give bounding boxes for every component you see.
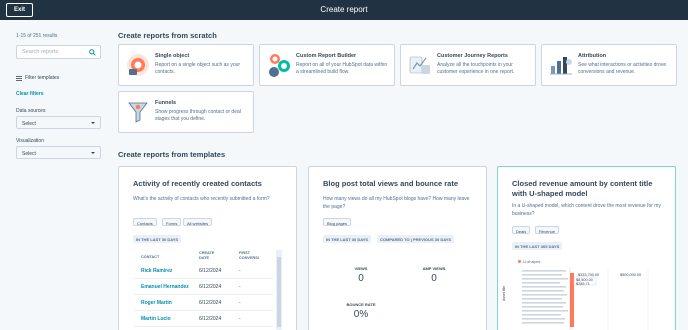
contact-link[interactable]: Roger Martin xyxy=(141,300,172,306)
card-title: Funnels xyxy=(155,100,177,106)
chevron-down-icon xyxy=(91,152,95,154)
clear-filters-link[interactable]: Clear filters xyxy=(16,91,44,97)
card-funnels[interactable]: Funnels Show progress through contact or… xyxy=(118,91,254,133)
template-title: Blog post total views and bounce rate xyxy=(323,179,459,188)
template-card-blog-views[interactable]: Blog post total views and bounce rate Ho… xyxy=(308,166,487,330)
template-card-closed-revenue[interactable]: Closed revenue amount by content title w… xyxy=(497,166,676,330)
template-card-recent-contacts[interactable]: Activity of recently created contacts Wh… xyxy=(118,166,297,330)
card-title: Customer Journey Reports xyxy=(437,53,508,59)
tag: Deals xyxy=(512,226,531,234)
column-header: CONTACT xyxy=(141,255,160,259)
contact-link[interactable]: Rick Ramirez xyxy=(141,268,172,274)
table-row: Martin Lucio 6/12/2024 - xyxy=(133,311,273,327)
data-sources-select[interactable]: Select xyxy=(16,116,101,129)
card-customer-journey[interactable]: Customer Journey Reports Analyze all the… xyxy=(400,44,536,86)
card-description: Show progress through contact or deal st… xyxy=(155,109,241,122)
first-conversion: - xyxy=(239,316,241,322)
attribution-illustration xyxy=(550,57,572,75)
card-attribution[interactable]: Attribution See what interactions or act… xyxy=(541,44,677,86)
first-conversion: - xyxy=(239,268,241,274)
page-title: Create report xyxy=(320,5,368,14)
card-title: Attribution xyxy=(578,53,607,59)
funnels-illustration xyxy=(128,102,148,123)
visualization-label: Visualization xyxy=(16,138,44,144)
template-title: Closed revenue amount by content title w… xyxy=(512,179,653,198)
table-scrollbar[interactable] xyxy=(276,250,282,330)
table-row: Roger Martin 6/12/2024 - xyxy=(133,295,273,311)
column-header: CREATE DATE xyxy=(199,251,215,260)
legend-swatch xyxy=(518,260,521,263)
date-range-badge: IN THE LAST 365 DAYS xyxy=(512,242,563,250)
comparison-badge: COMPARED TO | PREVIOUS 30 DAYS xyxy=(377,235,455,243)
scratch-heading: Create reports from scratch xyxy=(118,31,217,40)
scrollbar-thumb[interactable] xyxy=(277,257,281,327)
tag: Blog pages xyxy=(323,218,352,226)
asset-title-lines xyxy=(522,270,568,324)
templates-heading: Create reports from templates xyxy=(118,150,226,159)
card-description: See what interactions or activities drov… xyxy=(578,62,667,75)
table-row: Rick Ramirez 6/12/2024 - xyxy=(133,263,273,279)
search-input[interactable] xyxy=(22,49,88,55)
search-icon[interactable] xyxy=(89,49,96,56)
tag: Contacts xyxy=(133,218,157,226)
contact-link[interactable]: Emanuel Hernandez xyxy=(141,284,189,290)
contact-link[interactable]: Martin Lucio xyxy=(141,316,171,322)
bar-value-label: $900,000.00 xyxy=(620,273,642,277)
card-single-object[interactable]: Single object Report on a single object … xyxy=(118,44,254,86)
results-count: 1-15 of 251 results xyxy=(16,33,58,39)
custom-report-builder-illustration xyxy=(269,54,290,77)
filter-templates-label: Filter templates xyxy=(25,75,60,81)
metric-label: VIEWS xyxy=(354,266,368,271)
search-box[interactable] xyxy=(16,45,101,59)
top-bar: Exit Create report xyxy=(0,0,688,20)
metric-value: 0 xyxy=(431,273,437,284)
data-sources-label: Data sources xyxy=(16,108,46,114)
visualization-value: Select xyxy=(22,150,36,157)
visualization-select[interactable]: Select xyxy=(16,146,101,159)
customer-journey-illustration xyxy=(409,56,430,74)
template-description: How many views do all my HubSpot blogs h… xyxy=(323,196,470,210)
template-title: Activity of recently created contacts xyxy=(133,179,262,188)
card-description: Analyze all the touchpoints in your cust… xyxy=(437,62,515,75)
filter-icon xyxy=(16,75,22,81)
tag: All websites xyxy=(183,218,213,226)
tag: Forms xyxy=(162,218,182,226)
card-title: Custom Report Builder xyxy=(296,53,357,59)
card-custom-report-builder[interactable]: Custom Report Builder Report on all of y… xyxy=(259,44,395,86)
legend-label: U-shaped xyxy=(523,258,541,264)
tag: Revenue xyxy=(535,226,560,234)
bar-value-label: $333,750.00 xyxy=(578,273,600,277)
template-description: In a U-shaped model, which content drove… xyxy=(512,203,661,217)
y-axis-label: Asset title xyxy=(502,285,506,301)
chevron-down-icon xyxy=(91,122,95,124)
single-object-illustration xyxy=(127,54,149,76)
template-description: What's the activity of contacts who rece… xyxy=(133,196,270,202)
data-sources-value: Select xyxy=(22,120,36,127)
bar xyxy=(570,273,574,327)
metric-label: BOUNCE RATE xyxy=(346,302,376,307)
metric-label: AMP VIEWS xyxy=(422,266,446,271)
create-date: 6/12/2024 xyxy=(199,300,222,306)
metric-value: 0% xyxy=(353,309,369,320)
table-row: Emanuel Hernandez 6/12/2024 - xyxy=(133,279,273,295)
tooltip-value: $285.71 xyxy=(576,282,590,286)
card-title: Single object xyxy=(155,53,190,59)
create-date: 6/12/2024 xyxy=(199,284,222,290)
card-description: Report on a single object such as your c… xyxy=(155,62,241,75)
card-description: Report on all of your HubSpot data withi… xyxy=(296,62,388,75)
create-date: 6/12/2024 xyxy=(199,316,222,322)
first-conversion: - xyxy=(239,284,241,290)
column-header: FIRST CONVERSI xyxy=(239,251,259,260)
filter-templates-heading: Filter templates xyxy=(16,75,59,81)
metric-value: 0 xyxy=(358,273,364,284)
date-range-badge: IN THE LAST 30 DAYS xyxy=(133,235,182,243)
date-range-badge: IN THE LAST 30 DAYS xyxy=(323,235,372,243)
create-date: 6/12/2024 xyxy=(199,268,222,274)
first-conversion: - xyxy=(239,300,241,306)
